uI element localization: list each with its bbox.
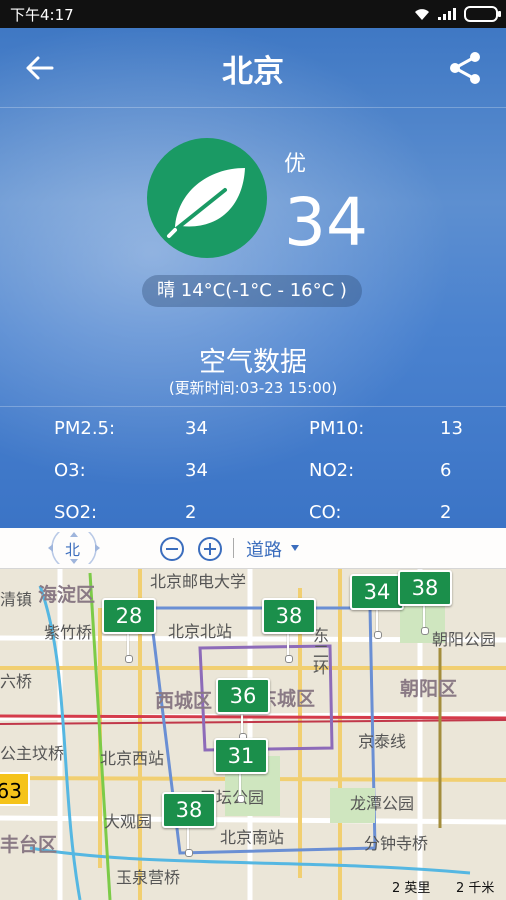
aqi-marker[interactable]: 63: [0, 772, 30, 806]
aqi-header: 北京 优 34 晴 14°C(-1°C - 16°C ) 空气数据 (更新时间:…: [0, 28, 506, 528]
marker-pin: [239, 710, 247, 741]
pollutant-row: O3: 34 NO2: 6: [0, 460, 506, 490]
aqi-badge: [147, 138, 267, 258]
page-title: 北京: [222, 54, 284, 90]
zoom-in-button[interactable]: [198, 537, 222, 561]
chevron-down-icon[interactable]: [291, 545, 299, 551]
marker-pin: [285, 630, 293, 663]
pollutant-label: PM10:: [309, 418, 365, 439]
pollutant-row: PM2.5: 34 PM10: 13: [0, 418, 506, 448]
aqi-marker[interactable]: 34: [350, 574, 404, 610]
air-data-title: 空气数据: [199, 347, 307, 378]
compass-control[interactable]: 北: [44, 532, 104, 564]
divider: [0, 406, 506, 407]
aqi-level: 优: [284, 152, 307, 177]
aqi-marker[interactable]: 28: [102, 598, 156, 634]
marker-pin: [374, 606, 382, 639]
pollutant-label: CO:: [309, 502, 342, 523]
district-label: 西城区: [155, 690, 213, 712]
place-label: 紫竹桥: [44, 623, 93, 642]
aqi-value: 34: [284, 184, 368, 261]
status-time: 下午4:17: [10, 6, 74, 24]
place-label: 东二环: [313, 626, 330, 677]
marker-pin: [125, 630, 133, 663]
map-toolbar: 北 道路: [0, 528, 506, 569]
aqi-marker[interactable]: 36: [216, 678, 270, 714]
place-label: 朝阳公园: [432, 630, 497, 649]
place-label: 龙潭公园: [350, 794, 415, 813]
pollutant-label: SO2:: [54, 502, 98, 523]
place-label: 分钟寺桥: [364, 834, 429, 853]
pollutant-value: 6: [440, 460, 452, 481]
aqi-marker[interactable]: 38: [262, 598, 316, 634]
place-label: 北京邮电大学: [150, 572, 247, 591]
place-label: 京泰线: [358, 732, 407, 751]
place-label: 北京西站: [100, 749, 165, 768]
aqi-map[interactable]: 北 道路 海淀区 西城区 东城区 朝阳区 丰台区 北京邮电大学 北京北站 紫竹桥…: [0, 528, 506, 900]
place-label: 公主坟桥: [0, 744, 65, 763]
map-scale-metric: 2 千米: [456, 881, 495, 896]
place-label: 六桥: [0, 672, 33, 691]
aqi-marker[interactable]: 38: [398, 570, 452, 606]
update-time: (更新时间:03-23 15:00): [168, 379, 338, 397]
signal-icon: [438, 8, 456, 20]
pollutant-label: NO2:: [309, 460, 355, 481]
compass-label: 北: [65, 541, 81, 559]
leaf-icon: [167, 168, 245, 238]
weather-summary: 晴 14°C(-1°C - 16°C ): [142, 275, 362, 307]
zoom-out-button[interactable]: [160, 537, 184, 561]
place-label: 北京北站: [168, 622, 233, 641]
map-scale-imperial: 2 英里: [392, 881, 431, 896]
aqi-marker[interactable]: 31: [214, 738, 268, 774]
place-label: 清镇: [0, 590, 33, 609]
wifi-icon: [415, 9, 429, 20]
district-label: 朝阳区: [400, 678, 458, 700]
aqi-marker[interactable]: 38: [162, 792, 216, 828]
pollutant-value: 34: [185, 460, 208, 481]
marker-pin: [421, 602, 429, 635]
marker-pin: [185, 824, 193, 857]
place-label: 北京南站: [220, 828, 285, 847]
pollutant-value: 2: [185, 502, 197, 523]
place-label: 大观园: [104, 812, 153, 831]
status-icons: [414, 6, 501, 22]
pollutant-label: O3:: [54, 460, 86, 481]
battery-icon: [464, 6, 501, 22]
share-icon[interactable]: [446, 48, 486, 88]
app-bar: 北京: [0, 28, 506, 108]
pollutant-value: 2: [440, 502, 452, 523]
place-label: 玉泉营桥: [116, 868, 181, 887]
district-label: 丰台区: [0, 834, 58, 856]
pollutant-value: 34: [185, 418, 208, 439]
map-type-selector[interactable]: 道路: [246, 536, 282, 562]
pollutant-value: 13: [440, 418, 463, 439]
pollutant-label: PM2.5:: [54, 418, 116, 439]
marker-pin: [237, 770, 245, 803]
district-label: 海淀区: [38, 584, 96, 606]
toolbar-divider: [233, 538, 234, 558]
status-bar: 下午4:17: [0, 0, 506, 28]
